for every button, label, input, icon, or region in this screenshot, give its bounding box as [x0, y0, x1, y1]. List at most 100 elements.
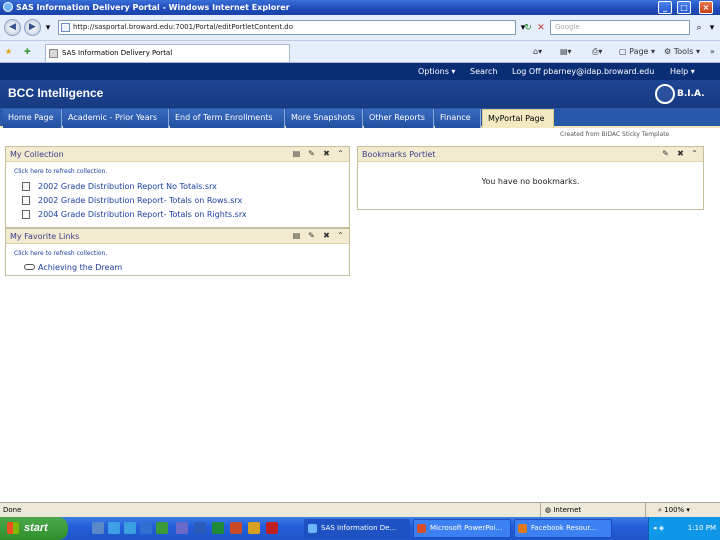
page-menu[interactable]: ▢ Page ▾ [619, 46, 655, 58]
search-icon[interactable]: ⌕ [693, 22, 705, 34]
ie-logo-icon [3, 2, 13, 12]
customize-icon[interactable]: ✎ [307, 231, 316, 240]
options-menu[interactable]: Options ▾ [418, 63, 455, 80]
list-item[interactable]: Achieving the Dream [24, 262, 122, 273]
status-bar: Done ◍ Internet ⌕ 100% ▾ [0, 502, 720, 517]
seal-icon [655, 84, 675, 104]
customize-icon[interactable]: ✎ [307, 149, 316, 158]
bookmarks-portlet: Bookmarks Portlet ✎ ✖ ⌃ You have no book… [357, 146, 704, 210]
search-link[interactable]: Search [470, 63, 497, 80]
print-icon[interactable]: ⎙▾ [592, 46, 602, 58]
template-note: Created from BIDAC Sticky Template [560, 131, 670, 138]
globe-icon: ◍ [545, 506, 552, 514]
address-toolbar: ◀ ▶ ▾ http://sasportal.broward.edu:7001/… [0, 15, 720, 41]
search-options-icon[interactable]: ▾ [706, 22, 718, 34]
close-window-button[interactable]: × [699, 1, 713, 14]
report-icon [22, 210, 30, 219]
favicon-icon [49, 49, 58, 58]
edit-icon[interactable]: ▤ [292, 231, 301, 240]
bia-logo-text: B.I.A. [677, 89, 705, 99]
zone-label: Internet [553, 506, 582, 514]
firefox-task-icon [518, 524, 527, 533]
tab-end-of-term-enrollments[interactable]: End of Term Enrollments [170, 109, 285, 128]
zone-indicator: ◍ Internet [540, 503, 645, 517]
quicklaunch-outlook-icon[interactable] [248, 522, 260, 534]
tab-more-snapshots[interactable]: More Snapshots [286, 109, 363, 128]
tray-icons[interactable]: ◂ ◈ [653, 524, 664, 532]
quicklaunch-browser-icon[interactable] [140, 522, 152, 534]
refresh-icon[interactable]: ↻ [522, 22, 534, 34]
help-menu[interactable]: Help ▾ [670, 63, 695, 80]
quicklaunch-app-icon[interactable] [266, 522, 278, 534]
app-header: BCC Intelligence B.I.A. [0, 80, 720, 108]
task-firefox[interactable]: Facebook Resour... [514, 519, 612, 538]
search-input[interactable]: Google [550, 20, 690, 35]
browser-tab[interactable]: SAS Information Delivery Portal [45, 44, 290, 62]
task-powerpoint[interactable]: Microsoft PowerPoi... [413, 519, 511, 538]
tools-menu[interactable]: ⚙ Tools ▾ [664, 46, 700, 58]
zoom-control[interactable]: ⌕ 100% ▾ [645, 503, 720, 517]
tab-home-page[interactable]: Home Page [3, 109, 62, 128]
add-favorites-icon[interactable]: ✚ [24, 46, 31, 58]
list-item[interactable]: 2004 Grade Distribution Report- Totals o… [22, 209, 247, 220]
tab-finance[interactable]: Finance [435, 109, 481, 128]
maximize-button[interactable]: □ [677, 1, 691, 14]
favorites-star-icon[interactable]: ★ [5, 46, 12, 58]
list-item[interactable]: 2002 Grade Distribution Report No Totals… [22, 181, 217, 192]
remove-icon[interactable]: ✖ [322, 231, 331, 240]
collapse-icon[interactable]: ⌃ [690, 149, 699, 158]
app-links-bar: Options ▾ Search Log Off pbarney@idap.br… [0, 63, 720, 80]
quicklaunch-app-icon[interactable] [176, 522, 188, 534]
quicklaunch-word-icon[interactable] [194, 522, 206, 534]
report-icon [22, 196, 30, 205]
system-tray: ◂ ◈ 1:10 PM [648, 517, 720, 540]
refresh-links-link[interactable]: Click here to refresh collection. [14, 250, 107, 257]
tab-academic-prior-years[interactable]: Academic - Prior Years [63, 109, 169, 128]
chevron-more-icon[interactable]: » [710, 46, 715, 58]
tools-menu-label: Tools [673, 47, 694, 56]
quicklaunch-powerpoint-icon[interactable] [230, 522, 242, 534]
tab-other-reports[interactable]: Other Reports [364, 109, 434, 128]
help-label: Help [670, 67, 689, 76]
powerpoint-task-icon [417, 524, 426, 533]
quicklaunch-ie-icon[interactable] [124, 522, 136, 534]
collapse-icon[interactable]: ⌃ [336, 149, 345, 158]
task-ie[interactable]: SAS Information De... [304, 519, 410, 538]
my-collection-portlet: My Collection ▤ ✎ ✖ ⌃ Click here to refr… [5, 146, 350, 228]
zoom-value: 100% [664, 506, 685, 514]
logoff-link[interactable]: Log Off pbarney@idap.broward.edu [512, 63, 654, 80]
browser-tab-row: ★ ✚ SAS Information Delivery Portal ⌂▾ ▤… [0, 41, 720, 63]
history-dropdown-icon[interactable]: ▾ [42, 22, 54, 34]
stop-icon[interactable]: ✕ [535, 22, 547, 34]
address-url: http://sasportal.broward.edu:7001/Portal… [73, 23, 294, 31]
collapse-icon[interactable]: ⌃ [336, 231, 345, 240]
home-icon[interactable]: ⌂▾ [533, 46, 542, 58]
browser-tab-title: SAS Information Delivery Portal [62, 49, 173, 57]
forward-button[interactable]: ▶ [24, 19, 41, 36]
list-item[interactable]: 2002 Grade Distribution Report- Totals o… [22, 195, 242, 206]
start-button[interactable]: start [0, 517, 68, 540]
quicklaunch-ie-icon[interactable] [108, 522, 120, 534]
my-favorite-links-portlet: My Favorite Links ▤ ✎ ✖ ⌃ Click here to … [5, 228, 350, 276]
my-collection-header: My Collection ▤ ✎ ✖ ⌃ [6, 147, 349, 162]
remove-icon[interactable]: ✖ [676, 149, 685, 158]
options-label: Options [418, 67, 449, 76]
taskbar: start SAS Information De... Microsoft Po… [0, 517, 720, 540]
address-bar[interactable]: http://sasportal.broward.edu:7001/Portal… [58, 20, 516, 35]
minimize-button[interactable]: _ [658, 1, 672, 14]
show-desktop-icon[interactable] [92, 522, 104, 534]
customize-icon[interactable]: ✎ [661, 149, 670, 158]
edit-icon[interactable]: ▤ [292, 149, 301, 158]
remove-icon[interactable]: ✖ [322, 149, 331, 158]
back-button[interactable]: ◀ [4, 19, 21, 36]
report-link: 2002 Grade Distribution Report No Totals… [38, 182, 217, 191]
link-icon [24, 264, 35, 270]
quicklaunch-excel-icon[interactable] [212, 522, 224, 534]
quicklaunch-app-icon[interactable] [156, 522, 168, 534]
favorite-links-header: My Favorite Links ▤ ✎ ✖ ⌃ [6, 229, 349, 244]
tab-myportal-page[interactable]: MyPortal Page [482, 109, 554, 128]
feeds-icon[interactable]: ▤▾ [560, 46, 572, 58]
clock: 1:10 PM [687, 524, 716, 532]
zoom-icon: ⌕ [658, 506, 662, 514]
refresh-collection-link[interactable]: Click here to refresh collection. [14, 168, 107, 175]
